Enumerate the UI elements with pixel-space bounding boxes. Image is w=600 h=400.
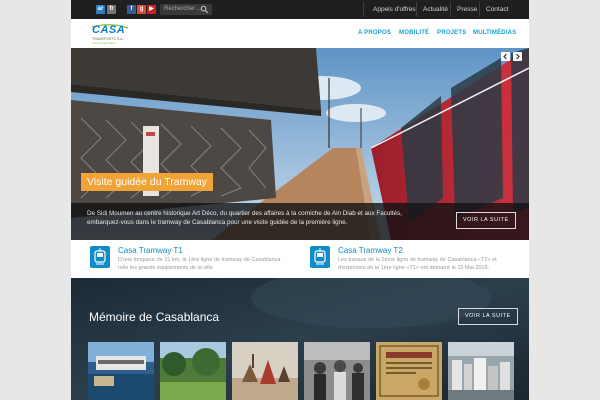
memoire-title: Mémoire de Casablanca bbox=[89, 310, 220, 324]
logo-text: CASA bbox=[92, 24, 126, 36]
nav-item-a-propos[interactable]: A PROPOS bbox=[358, 29, 391, 38]
nav-item-mobilite[interactable]: MOBILITÉ bbox=[399, 29, 429, 38]
nav-item-multimedias[interactable]: MULTIMÉDIAS bbox=[473, 29, 516, 38]
hero-caption: De Sidi Moumen au centre historique Art … bbox=[71, 203, 529, 240]
news-item-t2[interactable]: Casa Tramway T2 Les travaux de la 2ème l… bbox=[310, 246, 520, 276]
top-link-presse[interactable]: Presse bbox=[457, 5, 477, 14]
news-description: Les travaux de la 2ème ligne de tramway … bbox=[338, 257, 497, 271]
top-divider bbox=[450, 2, 451, 17]
slider-next-button[interactable] bbox=[513, 52, 522, 61]
language-ar-button[interactable]: ar bbox=[96, 5, 105, 14]
top-link-contact[interactable]: Contact bbox=[486, 5, 508, 14]
top-divider bbox=[479, 2, 480, 17]
chevron-left-icon bbox=[503, 53, 507, 60]
search-input[interactable]: Rechercher ... bbox=[160, 4, 212, 15]
memoire-section: Mémoire de Casablanca VOIR LA SUITE bbox=[71, 278, 529, 400]
memoire-thumbnail-2[interactable] bbox=[160, 342, 226, 400]
page: ar fr f g ▶ Rechercher ... Appels d'offr… bbox=[71, 0, 529, 400]
nav-item-projets[interactable]: PROJETS bbox=[437, 29, 466, 38]
hero-slider: Visite guidée du Tramway De Sidi Moumen … bbox=[71, 48, 529, 240]
language-fr-button[interactable]: fr bbox=[107, 5, 116, 14]
memoire-thumbnail-4[interactable] bbox=[304, 342, 370, 400]
top-bar: ar fr f g ▶ Rechercher ... Appels d'offr… bbox=[71, 0, 529, 19]
search-placeholder: Rechercher ... bbox=[164, 6, 202, 12]
news-item-t1[interactable]: Casa Tramway T1 D'une longueur de 31 km,… bbox=[90, 246, 290, 276]
news-description: D'une longueur de 31 km, la 1ère ligne d… bbox=[118, 257, 281, 271]
facebook-icon[interactable]: f bbox=[127, 5, 136, 14]
memoire-thumbnail-3[interactable] bbox=[232, 342, 298, 400]
memoire-thumbnail-6[interactable] bbox=[448, 342, 514, 400]
memoire-read-more-button[interactable]: VOIR LA SUITE bbox=[458, 308, 518, 325]
google-plus-icon[interactable]: g bbox=[137, 5, 146, 14]
search-icon[interactable] bbox=[200, 5, 209, 14]
news-title[interactable]: Casa Tramway T2 bbox=[338, 246, 403, 256]
memoire-thumbnail-1[interactable] bbox=[88, 342, 154, 400]
top-link-appels-offres[interactable]: Appels d'offres bbox=[373, 5, 416, 14]
main-navbar: CASA TRANSPORTS S.A. Tous au quotidien A… bbox=[71, 19, 529, 48]
top-divider bbox=[363, 2, 364, 17]
hero-description: De Sidi Moumen au centre historique Art … bbox=[87, 210, 402, 226]
news-row: Casa Tramway T1 D'une longueur de 31 km,… bbox=[71, 240, 529, 278]
chevron-right-icon bbox=[516, 53, 520, 60]
news-title[interactable]: Casa Tramway T1 bbox=[118, 246, 183, 256]
top-link-actualite[interactable]: Actualité bbox=[423, 5, 448, 14]
memoire-thumbnail-5[interactable] bbox=[376, 342, 442, 400]
logo-tagline: Tous au quotidien bbox=[92, 41, 116, 45]
casa-transports-logo[interactable]: CASA TRANSPORTS S.A. Tous au quotidien bbox=[90, 24, 130, 45]
youtube-icon[interactable]: ▶ bbox=[147, 5, 156, 14]
hero-title[interactable]: Visite guidée du Tramway bbox=[81, 173, 214, 191]
top-divider bbox=[416, 2, 417, 17]
tram-icon bbox=[90, 246, 110, 268]
tram-icon bbox=[310, 246, 330, 268]
slider-prev-button[interactable] bbox=[501, 52, 510, 61]
hero-read-more-button[interactable]: VOIR LA SUITE bbox=[456, 212, 516, 229]
